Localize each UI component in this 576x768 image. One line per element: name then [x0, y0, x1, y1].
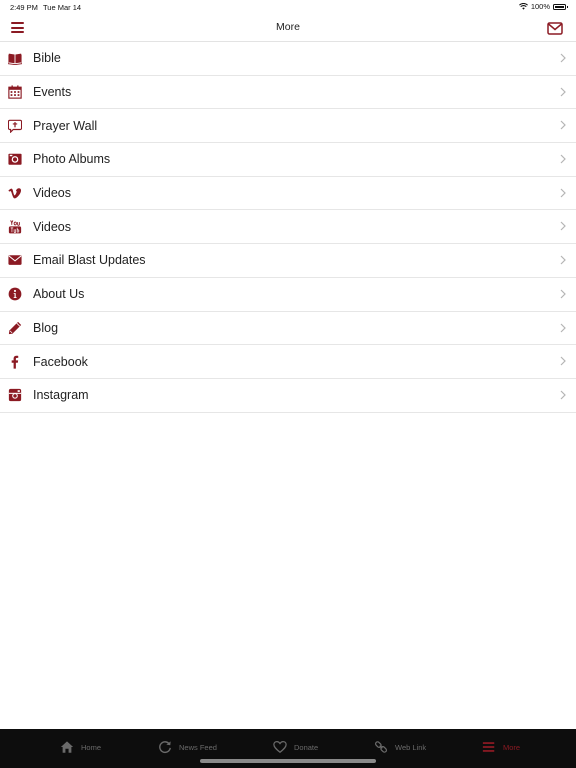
menu-item-label: Blog: [33, 320, 59, 335]
home-icon: [60, 741, 74, 753]
menu-item-prayer-wall[interactable]: Prayer Wall: [0, 109, 576, 144]
tab-label: Donate: [294, 742, 319, 752]
menu-item-label: About Us: [33, 287, 85, 302]
info-icon: [7, 287, 22, 302]
tab-donate[interactable]: Donate: [273, 738, 318, 756]
more-menu-list: Bible Events Prayer Wall Photo Albums Vi…: [0, 42, 576, 413]
menu-item-label: Photo Albums: [33, 152, 111, 167]
battery-percent: 100%: [530, 2, 550, 11]
page-title: More: [276, 21, 300, 33]
status-right: 100%: [518, 2, 568, 11]
menu-item-label: Instagram: [33, 388, 89, 403]
envelope-icon: [7, 253, 22, 268]
menu-item-label: Facebook: [33, 354, 88, 369]
mail-button[interactable]: [547, 22, 563, 35]
chevron-right-icon: [560, 222, 566, 231]
refresh-icon: [159, 741, 171, 754]
chevron-right-icon: [560, 390, 566, 400]
menu-item-videos-vimeo[interactable]: Videos: [0, 177, 576, 211]
calendar-icon: [7, 85, 22, 100]
youtube-icon: [7, 219, 22, 234]
battery-icon: [553, 3, 568, 10]
tab-label: More: [503, 742, 521, 752]
tab-home[interactable]: Home: [60, 738, 101, 756]
tab-more[interactable]: More: [482, 738, 520, 756]
chevron-right-icon: [560, 53, 566, 63]
chevron-right-icon: [560, 120, 566, 130]
menu-item-events[interactable]: Events: [0, 76, 576, 110]
vimeo-icon: [7, 186, 22, 201]
menu-item-label: Videos: [33, 219, 71, 234]
camera-icon: [7, 152, 22, 167]
menu-item-label: Videos: [33, 186, 71, 201]
prayer-bubble-icon: [7, 118, 22, 133]
menu-item-label: Email Blast Updates: [33, 253, 146, 268]
menu-item-facebook[interactable]: Facebook: [0, 345, 576, 379]
menu-item-label: Bible: [33, 51, 61, 66]
bible-icon: [7, 51, 22, 66]
menu-item-videos-youtube[interactable]: Videos: [0, 210, 576, 245]
tab-web-link[interactable]: Web Link: [374, 738, 426, 756]
menu-icon: [482, 742, 495, 752]
chevron-right-icon: [560, 188, 566, 198]
status-date: Tue Mar 14: [43, 3, 82, 12]
chevron-right-icon: [560, 356, 566, 366]
menu-item-label: Prayer Wall: [33, 118, 98, 133]
chevron-right-icon: [560, 154, 566, 164]
status-bar: 2:49 PM Tue Mar 14 100%: [0, 0, 576, 14]
heart-icon: [273, 740, 287, 754]
chevron-right-icon: [560, 87, 566, 97]
tab-news-feed[interactable]: News Feed: [158, 738, 217, 756]
pencil-icon: [7, 320, 22, 335]
tab-label: Home: [81, 742, 102, 752]
menu-item-blog[interactable]: Blog: [0, 312, 576, 346]
menu-item-bible[interactable]: Bible: [0, 42, 576, 76]
menu-item-instagram[interactable]: Instagram: [0, 379, 576, 413]
instagram-icon: [7, 388, 22, 403]
menu-item-label: Events: [33, 85, 72, 100]
link-icon: [374, 741, 388, 753]
status-time: 2:49 PM: [10, 3, 38, 12]
menu-item-photo-albums[interactable]: Photo Albums: [0, 143, 576, 177]
nav-bar: More: [0, 14, 576, 42]
chevron-right-icon: [560, 255, 566, 265]
home-indicator[interactable]: [200, 759, 376, 763]
menu-item-about-us[interactable]: About Us: [0, 278, 576, 312]
tab-label: Web Link: [395, 742, 427, 752]
facebook-icon: [7, 354, 22, 369]
menu-item-email-blast-updates[interactable]: Email Blast Updates: [0, 244, 576, 278]
wifi-icon: [518, 3, 528, 10]
chevron-right-icon: [560, 323, 566, 332]
tab-label: News Feed: [179, 742, 217, 752]
chevron-right-icon: [560, 289, 566, 299]
